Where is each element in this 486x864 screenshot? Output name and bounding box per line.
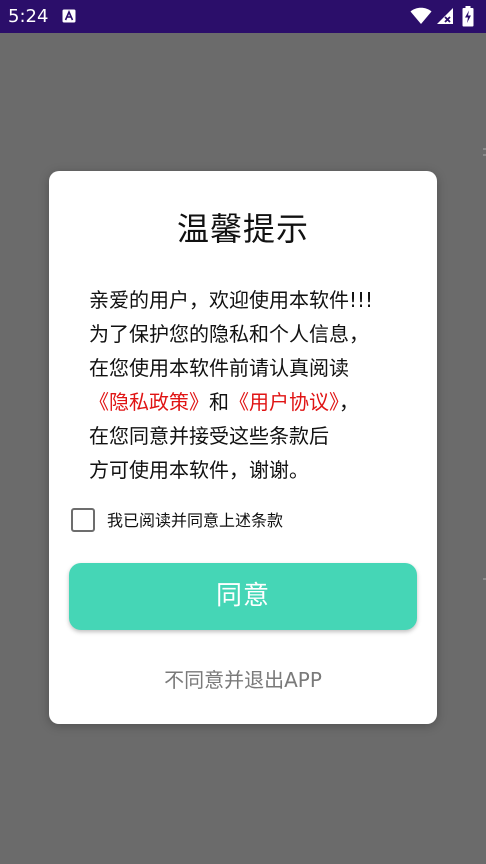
status-icons: [410, 6, 480, 28]
message-connector: 和: [209, 390, 229, 414]
user-agreement-link[interactable]: 《用户协议》: [229, 390, 339, 414]
battery-charging-icon: [462, 6, 474, 27]
dialog-message: 亲爱的用户，欢迎使用本软件!!! 为了保护您的隐私和个人信息， 在您使用本软件前…: [89, 283, 419, 487]
message-line: 为了保护您的隐私和个人信息，: [89, 322, 369, 346]
message-line: 在您使用本软件前请认真阅读: [89, 356, 349, 380]
wifi-icon: [410, 7, 432, 24]
a-notification-icon: [62, 9, 76, 23]
message-line: 在您同意并接受这些条款后: [89, 424, 329, 448]
message-line-links: 《隐私政策》和《用户协议》，: [89, 385, 419, 419]
dialog-title: 温馨提示: [176, 210, 309, 248]
message-line: 亲爱的用户，欢迎使用本软件!!!: [89, 288, 374, 312]
privacy-dialog: 温馨提示 亲爱的用户，欢迎使用本软件!!! 为了保护您的隐私和个人信息， 在您使…: [49, 171, 437, 724]
status-time: 5:24: [8, 6, 49, 27]
disagree-exit-button[interactable]: 不同意并退出APP: [49, 665, 437, 695]
signal-off-icon: [437, 8, 453, 24]
agree-button[interactable]: 同意: [69, 563, 417, 630]
agree-checkbox[interactable]: [71, 508, 95, 532]
agree-checkbox-label[interactable]: 我已阅读并同意上述条款: [107, 510, 283, 532]
message-line: 方可使用本软件，谢谢。: [89, 458, 309, 482]
privacy-policy-link[interactable]: 《隐私政策》: [89, 390, 209, 414]
message-punctuation: ，: [339, 390, 359, 414]
status-bar: 5:24: [0, 0, 486, 33]
